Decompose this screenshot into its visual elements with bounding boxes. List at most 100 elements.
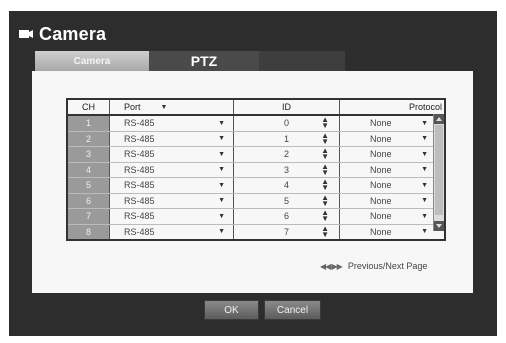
- pager[interactable]: ◀◀ ▶▶ Previous/Next Page: [320, 261, 427, 271]
- protocol-select[interactable]: None ▼: [340, 147, 444, 162]
- table-row: 1 RS-485 ▼ 0 ▲ ▼ None ▼: [68, 116, 444, 132]
- spinner-icon[interactable]: ▲ ▼: [321, 116, 329, 130]
- protocol-select[interactable]: None ▼: [340, 116, 444, 131]
- pager-label: Previous/Next Page: [347, 261, 428, 271]
- chevron-down-icon[interactable]: ▼: [218, 135, 225, 142]
- port-select[interactable]: RS-485 ▼: [110, 116, 234, 131]
- ch-cell: 4: [68, 162, 110, 177]
- ch-cell: 1: [68, 116, 110, 131]
- id-spinner[interactable]: 5 ▲ ▼: [234, 193, 340, 208]
- port-value: RS-485: [124, 180, 155, 191]
- protocol-select[interactable]: None ▼: [340, 194, 444, 209]
- ptz-table: CH Port ▼ ID Protocol 1 RS-485 ▼ 0 ▲ ▼ None…: [66, 98, 446, 241]
- id-value: 3: [283, 164, 289, 175]
- id-spinner[interactable]: 7 ▲ ▼: [234, 224, 340, 239]
- protocol-value: None: [370, 164, 392, 175]
- ch-cell: 7: [68, 209, 110, 224]
- header-id: ID: [234, 100, 340, 114]
- port-value: RS-485: [124, 149, 155, 160]
- chevron-down-icon[interactable]: ▼: [421, 228, 428, 235]
- table-row: 6 RS-485 ▼ 5 ▲ ▼ None ▼: [68, 193, 444, 209]
- chevron-down-icon[interactable]: ▼: [218, 151, 225, 158]
- protocol-select[interactable]: None ▼: [340, 163, 444, 178]
- cancel-button[interactable]: Cancel: [264, 300, 321, 320]
- ch-cell: 6: [68, 193, 110, 208]
- spinner-icon[interactable]: ▲ ▼: [321, 147, 329, 161]
- scroll-thumb[interactable]: [435, 125, 443, 215]
- ch-cell: 8: [68, 224, 110, 239]
- spinner-icon[interactable]: ▲ ▼: [321, 162, 329, 176]
- id-spinner[interactable]: 3 ▲ ▼: [234, 162, 340, 177]
- protocol-value: None: [370, 226, 392, 237]
- chevron-down-icon[interactable]: ▼: [161, 104, 168, 111]
- ok-button[interactable]: OK: [204, 300, 259, 320]
- dialog-buttons: OK Cancel: [204, 300, 321, 320]
- protocol-value: None: [370, 133, 392, 144]
- port-select[interactable]: RS-485 ▼: [110, 178, 234, 193]
- table-row: 2 RS-485 ▼ 1 ▲ ▼ None ▼: [68, 131, 444, 147]
- port-value: RS-485: [124, 133, 155, 144]
- ch-cell: 5: [68, 178, 110, 193]
- tab-ptz[interactable]: PTZ: [149, 51, 259, 71]
- id-spinner[interactable]: 2 ▲ ▼: [234, 147, 340, 162]
- port-select[interactable]: RS-485 ▼: [110, 162, 234, 177]
- scroll-down-button[interactable]: [434, 221, 444, 231]
- spinner-icon[interactable]: ▲ ▼: [321, 224, 329, 238]
- port-select[interactable]: RS-485 ▼: [110, 209, 234, 224]
- port-value: RS-485: [124, 164, 155, 175]
- scroll-up-button[interactable]: [434, 114, 444, 124]
- id-spinner[interactable]: 0 ▲ ▼: [234, 116, 340, 131]
- spinner-icon[interactable]: ▲ ▼: [321, 193, 329, 207]
- table-row: 3 RS-485 ▼ 2 ▲ ▼ None ▼: [68, 147, 444, 163]
- spinner-icon[interactable]: ▲ ▼: [321, 209, 329, 223]
- port-select[interactable]: RS-485 ▼: [110, 147, 234, 162]
- id-value: 4: [283, 180, 289, 191]
- ptz-panel: CH Port ▼ ID Protocol 1 RS-485 ▼ 0 ▲ ▼ None…: [32, 71, 473, 293]
- window-title: Camera: [39, 23, 107, 44]
- protocol-select[interactable]: None ▼: [340, 178, 444, 193]
- protocol-select[interactable]: None ▼: [340, 225, 444, 240]
- table-header: CH Port ▼ ID Protocol: [68, 100, 444, 116]
- port-select[interactable]: RS-485 ▼: [110, 224, 234, 239]
- chevron-down-icon[interactable]: ▼: [421, 182, 428, 189]
- chevron-down-icon[interactable]: ▼: [218, 120, 225, 127]
- port-value: RS-485: [124, 195, 155, 206]
- tab-camera[interactable]: Camera: [35, 51, 149, 71]
- table-row: 5 RS-485 ▼ 4 ▲ ▼ None ▼: [68, 178, 444, 194]
- table-scrollbar[interactable]: [433, 114, 444, 231]
- chevron-down-icon[interactable]: ▼: [421, 120, 428, 127]
- protocol-value: None: [370, 180, 392, 191]
- prev-next-page-icon[interactable]: ◀◀ ▶▶: [320, 262, 343, 271]
- chevron-down-icon[interactable]: ▼: [421, 135, 428, 142]
- chevron-down-icon[interactable]: ▼: [218, 197, 225, 204]
- chevron-down-icon[interactable]: ▼: [421, 151, 428, 158]
- header-port[interactable]: Port ▼: [110, 100, 234, 114]
- protocol-select[interactable]: None ▼: [340, 132, 444, 147]
- chevron-down-icon[interactable]: ▼: [421, 197, 428, 204]
- chevron-down-icon[interactable]: ▼: [421, 166, 428, 173]
- chevron-down-icon[interactable]: ▼: [218, 166, 225, 173]
- id-value: 0: [283, 118, 289, 129]
- id-value: 5: [283, 195, 289, 206]
- chevron-down-icon[interactable]: ▼: [218, 182, 225, 189]
- spinner-icon[interactable]: ▲ ▼: [321, 131, 329, 145]
- chevron-down-icon[interactable]: ▼: [218, 213, 225, 220]
- arrow-down-icon: [436, 224, 442, 228]
- spinner-icon[interactable]: ▲ ▼: [321, 178, 329, 192]
- chevron-down-icon[interactable]: ▼: [421, 213, 428, 220]
- port-value: RS-485: [124, 226, 155, 237]
- id-spinner[interactable]: 1 ▲ ▼: [234, 131, 340, 146]
- id-spinner[interactable]: 6 ▲ ▼: [234, 209, 340, 224]
- port-select[interactable]: RS-485 ▼: [110, 131, 234, 146]
- id-spinner[interactable]: 4 ▲ ▼: [234, 178, 340, 193]
- chevron-down-icon[interactable]: ▼: [218, 228, 225, 235]
- protocol-select[interactable]: None ▼: [340, 209, 444, 224]
- table-row: 4 RS-485 ▼ 3 ▲ ▼ None ▼: [68, 162, 444, 178]
- table-row: 8 RS-485 ▼ 7 ▲ ▼ None ▼: [68, 224, 444, 240]
- table-body: 1 RS-485 ▼ 0 ▲ ▼ None ▼ 2 RS-485 ▼ 1 ▲ ▼ None ▼ …: [68, 116, 444, 239]
- port-select[interactable]: RS-485 ▼: [110, 193, 234, 208]
- arrow-up-icon: [436, 117, 442, 121]
- tab-bar-filler: [259, 51, 345, 71]
- protocol-value: None: [370, 211, 392, 222]
- port-value: RS-485: [124, 211, 155, 222]
